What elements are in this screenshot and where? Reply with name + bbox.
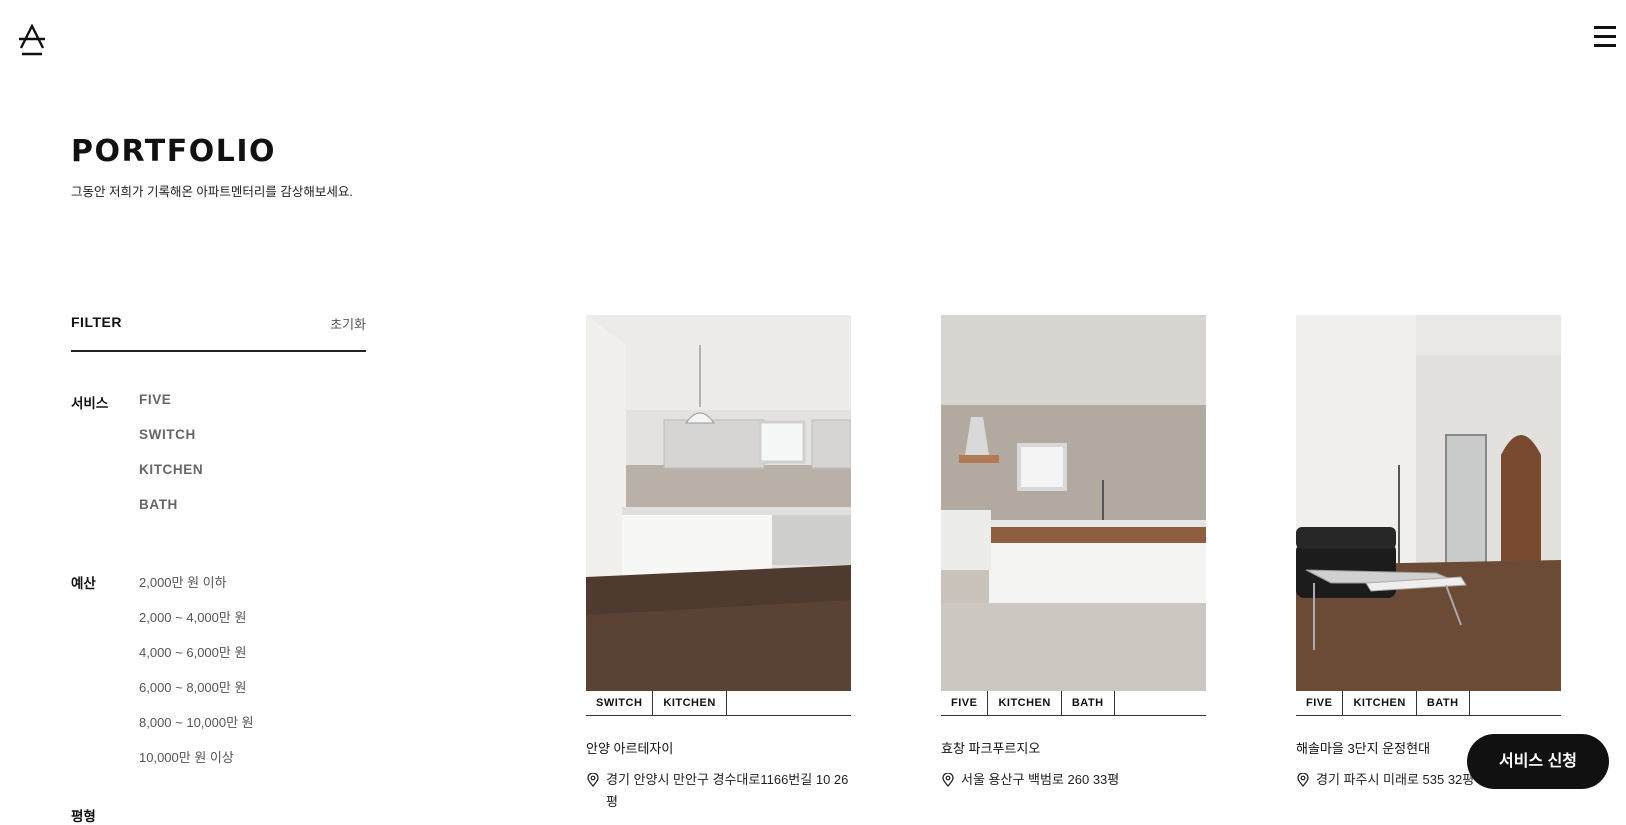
card-tag: BATH xyxy=(1417,691,1470,715)
filter-budget-option[interactable]: 6,000 ~ 8,000만 원 xyxy=(139,677,246,696)
card-title[interactable]: 효창 파크푸르지오 xyxy=(941,738,1206,757)
brand-logo-icon[interactable] xyxy=(18,23,46,56)
filter-header: FILTER 초기화 xyxy=(71,302,366,352)
portfolio-card[interactable]: FIVE KITCHEN BATH 해솔마을 3단지 운정현대 경기 파주시 미… xyxy=(1296,315,1561,791)
card-photo[interactable] xyxy=(941,315,1206,691)
card-tag: FIVE xyxy=(1296,691,1344,715)
card-tag: KITCHEN xyxy=(1343,691,1417,715)
card-address: 경기 안양시 만안구 경수대로1166번길 10 26평 xyxy=(586,769,851,813)
card-address: 서울 용산구 백범로 260 33평 xyxy=(941,769,1206,791)
card-address-text: 경기 안양시 만안구 경수대로1166번길 10 26평 xyxy=(606,772,849,809)
portfolio-card[interactable]: SWITCH KITCHEN 안양 아르테자이 경기 안양시 만안구 경수대로1… xyxy=(586,315,851,813)
filter-option-switch[interactable]: SWITCH xyxy=(139,427,196,442)
filter-budget-label: 예산 xyxy=(71,576,96,591)
filter-budget-option[interactable]: 2,000 ~ 4,000만 원 xyxy=(139,607,246,626)
card-tag: KITCHEN xyxy=(653,691,727,715)
location-pin-icon xyxy=(587,773,599,787)
location-pin-icon xyxy=(942,773,954,787)
page-subtitle: 그동안 저희가 기록해온 아파트멘터리를 감상해보세요. xyxy=(71,185,353,199)
service-request-button[interactable]: 서비스 신청 xyxy=(1467,734,1609,789)
card-address-text: 경기 파주시 미래로 535 32평 xyxy=(1316,772,1475,787)
filter-reset-button[interactable]: 초기화 xyxy=(330,314,366,333)
filter-option-kitchen[interactable]: KITCHEN xyxy=(139,462,203,477)
filter-budget-option[interactable]: 8,000 ~ 10,000만 원 xyxy=(139,712,254,731)
filter-budget-option[interactable]: 4,000 ~ 6,000만 원 xyxy=(139,642,246,661)
card-tag: SWITCH xyxy=(586,691,654,715)
filter-budget-option[interactable]: 2,000만 원 이하 xyxy=(139,572,227,591)
page-title: PORTFOLIO xyxy=(71,134,276,169)
filter-service-label: 서비스 xyxy=(71,396,109,411)
card-photo[interactable] xyxy=(1296,315,1561,691)
card-tag: BATH xyxy=(1062,691,1115,715)
hamburger-menu-icon[interactable] xyxy=(1592,24,1618,48)
filter-option-five[interactable]: FIVE xyxy=(139,392,171,407)
card-tag: FIVE xyxy=(941,691,989,715)
filter-title: FILTER xyxy=(71,314,122,330)
filter-area-label: 평형 xyxy=(71,809,96,824)
card-tag: KITCHEN xyxy=(988,691,1062,715)
card-title[interactable]: 안양 아르테자이 xyxy=(586,738,851,757)
card-tags: SWITCH KITCHEN xyxy=(586,691,851,716)
location-pin-icon xyxy=(1297,773,1309,787)
filter-budget-option[interactable]: 10,000만 원 이상 xyxy=(139,747,234,766)
card-photo[interactable] xyxy=(586,315,851,691)
card-tags: FIVE KITCHEN BATH xyxy=(941,691,1206,716)
card-address-text: 서울 용산구 백범로 260 33평 xyxy=(961,772,1120,787)
portfolio-card[interactable]: FIVE KITCHEN BATH 효창 파크푸르지오 서울 용산구 백범로 2… xyxy=(941,315,1206,791)
filter-option-bath[interactable]: BATH xyxy=(139,497,178,512)
card-tags: FIVE KITCHEN BATH xyxy=(1296,691,1561,716)
